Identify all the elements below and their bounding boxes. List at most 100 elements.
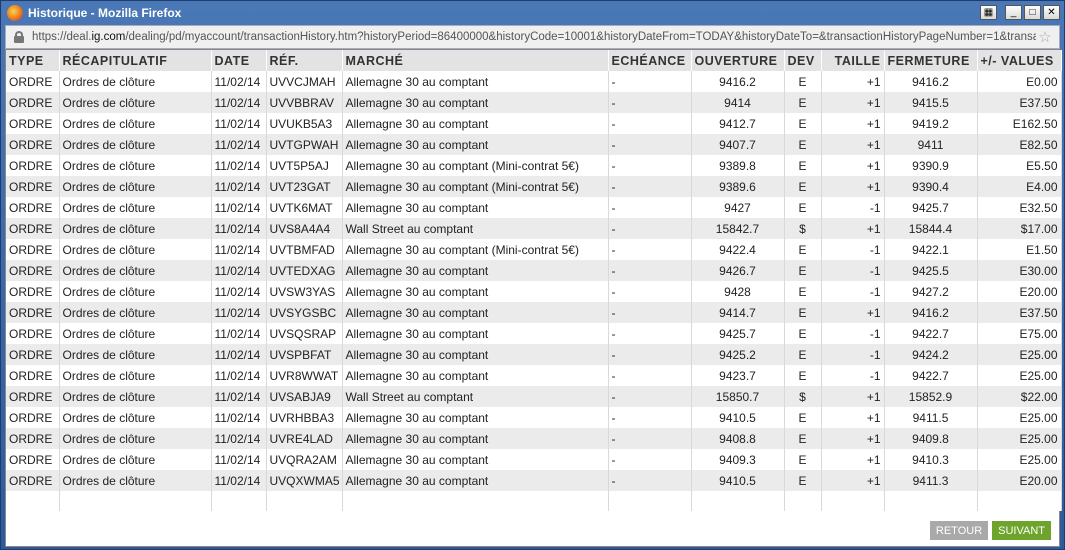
bookmark-star-icon[interactable]: ☆ [1036,28,1054,46]
retour-button[interactable]: RETOUR [929,521,989,540]
table-row[interactable]: ORDRE Ordres de clôture 11/02/14 UVRHBBA3 Al… [6,407,1062,428]
cell-dev: E [784,449,822,470]
cell-fermeture: 9411.3 [884,470,978,491]
cell-dev: $ [784,218,822,239]
header-marche[interactable]: MARCHÉ [342,50,609,71]
header-fermeture[interactable]: FERMETURE [884,50,978,71]
lock-icon [12,30,26,44]
cell-ref: UVQRA2AM [266,449,343,470]
cell-marche: Allemagne 30 au comptant [342,134,609,155]
cell-fermeture: 9410.3 [884,449,978,470]
cell-dev: E [784,113,822,134]
table-row[interactable]: ORDRE Ordres de clôture 11/02/14 UVQRA2AM Al… [6,449,1062,470]
header-type[interactable]: TYPE [6,50,60,71]
cell-date: 11/02/14 [211,365,267,386]
table-row[interactable]: ORDRE Ordres de clôture 11/02/14 UVSW3YAS Al… [6,281,1062,302]
cell-date: 11/02/14 [211,302,267,323]
empty-cell [784,491,822,511]
cell-ref: UVT5P5AJ [266,155,343,176]
cell-dev: E [784,281,822,302]
cell-recap: Ordres de clôture [59,449,212,470]
cell-values: E37.50 [977,92,1062,113]
header-ref[interactable]: RÉF. [266,50,343,71]
table-row[interactable]: ORDRE Ordres de clôture 11/02/14 UVT5P5AJ Al… [6,155,1062,176]
cell-ouverture: 9412.7 [691,113,785,134]
cell-marche: Allemagne 30 au comptant [342,470,609,491]
table-row[interactable]: ORDRE Ordres de clôture 11/02/14 UVSYGSBC Al… [6,302,1062,323]
suivant-button[interactable]: SUIVANT [992,521,1051,540]
restore-layout-icon[interactable]: ▦ [980,5,997,20]
url-text[interactable]: https://deal.ig.com/dealing/pd/myaccount… [32,31,1036,43]
table-row[interactable]: ORDRE Ordres de clôture 11/02/14 UVTGPWAH Al… [6,134,1062,155]
cell-values: E0.00 [977,71,1062,92]
cell-ouverture: 9414.7 [691,302,785,323]
cell-ouverture: 9410.5 [691,470,785,491]
cell-values: E30.00 [977,260,1062,281]
header-taille[interactable]: TAILLE [821,50,885,71]
cell-taille: -1 [821,197,885,218]
cell-ouverture: 9389.8 [691,155,785,176]
cell-recap: Ordres de clôture [59,260,212,281]
cell-dev: $ [784,386,822,407]
cell-values: E75.00 [977,323,1062,344]
cell-values: E5.50 [977,155,1062,176]
cell-taille: -1 [821,239,885,260]
cell-echeance: - [608,218,692,239]
pagination: RETOUR SUIVANT [929,521,1051,540]
table-row[interactable]: ORDRE Ordres de clôture 11/02/14 UVTBMFAD Al… [6,239,1062,260]
table-row[interactable]: ORDRE Ordres de clôture 11/02/14 UVSABJA9 Wa… [6,386,1062,407]
close-button[interactable]: ✕ [1043,5,1060,20]
cell-marche: Allemagne 30 au comptant [342,449,609,470]
header-dev[interactable]: DEV [784,50,822,71]
cell-dev: E [784,92,822,113]
cell-ref: UVVCJMAH [266,71,343,92]
table-row[interactable]: ORDRE Ordres de clôture 11/02/14 UVUKB5A3 Al… [6,113,1062,134]
cell-date: 11/02/14 [211,134,267,155]
cell-marche: Wall Street au comptant [342,386,609,407]
cell-fermeture: 9390.4 [884,176,978,197]
table-row[interactable]: ORDRE Ordres de clôture 11/02/14 UVRE4LAD Al… [6,428,1062,449]
header-date[interactable]: DATE [211,50,267,71]
table-row[interactable]: ORDRE Ordres de clôture 11/02/14 UVVCJMAH Al… [6,71,1062,92]
cell-ouverture: 9410.5 [691,407,785,428]
table-row[interactable]: ORDRE Ordres de clôture 11/02/14 UVQXWMA5 Al… [6,470,1062,491]
cell-ref: UVQXWMA5 [266,470,343,491]
cell-ref: UVSPBFAT [266,344,343,365]
cell-echeance: - [608,407,692,428]
maximize-button[interactable]: □ [1024,5,1041,20]
cell-echeance: - [608,386,692,407]
cell-type: ORDRE [6,260,60,281]
cell-dev: E [784,239,822,260]
header-recap[interactable]: RÉCAPITULATIF [59,50,212,71]
cell-values: E37.50 [977,302,1062,323]
table-row[interactable]: ORDRE Ordres de clôture 11/02/14 UVT23GAT Al… [6,176,1062,197]
url-path: /dealing/pd/myaccount/transactionHistory… [125,31,1036,43]
cell-type: ORDRE [6,239,60,260]
header-ouverture[interactable]: OUVERTURE [691,50,785,71]
cell-date: 11/02/14 [211,407,267,428]
cell-taille: +1 [821,155,885,176]
table-row[interactable]: ORDRE Ordres de clôture 11/02/14 UVVBBRAV Al… [6,92,1062,113]
address-bar[interactable]: https://deal.ig.com/dealing/pd/myaccount… [5,25,1060,49]
header-echeance[interactable]: ECHÉANCE [608,50,692,71]
cell-date: 11/02/14 [211,323,267,344]
minimize-button[interactable]: _ [1005,5,1022,20]
table-row[interactable]: ORDRE Ordres de clôture 11/02/14 UVSQSRAP Al… [6,323,1062,344]
table-header-row: TYPE RÉCAPITULATIF DATE RÉF. MARCHÉ ECHÉ… [6,50,1062,71]
table-row[interactable]: ORDRE Ordres de clôture 11/02/14 UVR8WWAT Al… [6,365,1062,386]
table-row[interactable]: ORDRE Ordres de clôture 11/02/14 UVTEDXAG Al… [6,260,1062,281]
cell-ouverture: 9416.2 [691,71,785,92]
cell-date: 11/02/14 [211,218,267,239]
cell-marche: Allemagne 30 au comptant [342,197,609,218]
cell-taille: +1 [821,470,885,491]
table-row[interactable]: ORDRE Ordres de clôture 11/02/14 UVSPBFAT Al… [6,344,1062,365]
cell-marche: Allemagne 30 au comptant [342,365,609,386]
cell-fermeture: 9422.7 [884,323,978,344]
cell-fermeture: 9422.7 [884,365,978,386]
table-row[interactable]: ORDRE Ordres de clôture 11/02/14 UVTK6MAT Al… [6,197,1062,218]
table-row[interactable]: ORDRE Ordres de clôture 11/02/14 UVS8A4A4 Wa… [6,218,1062,239]
header-values[interactable]: +/- VALUES [977,50,1062,71]
cell-fermeture: 9425.7 [884,197,978,218]
firefox-icon [7,5,23,21]
cell-dev: E [784,365,822,386]
